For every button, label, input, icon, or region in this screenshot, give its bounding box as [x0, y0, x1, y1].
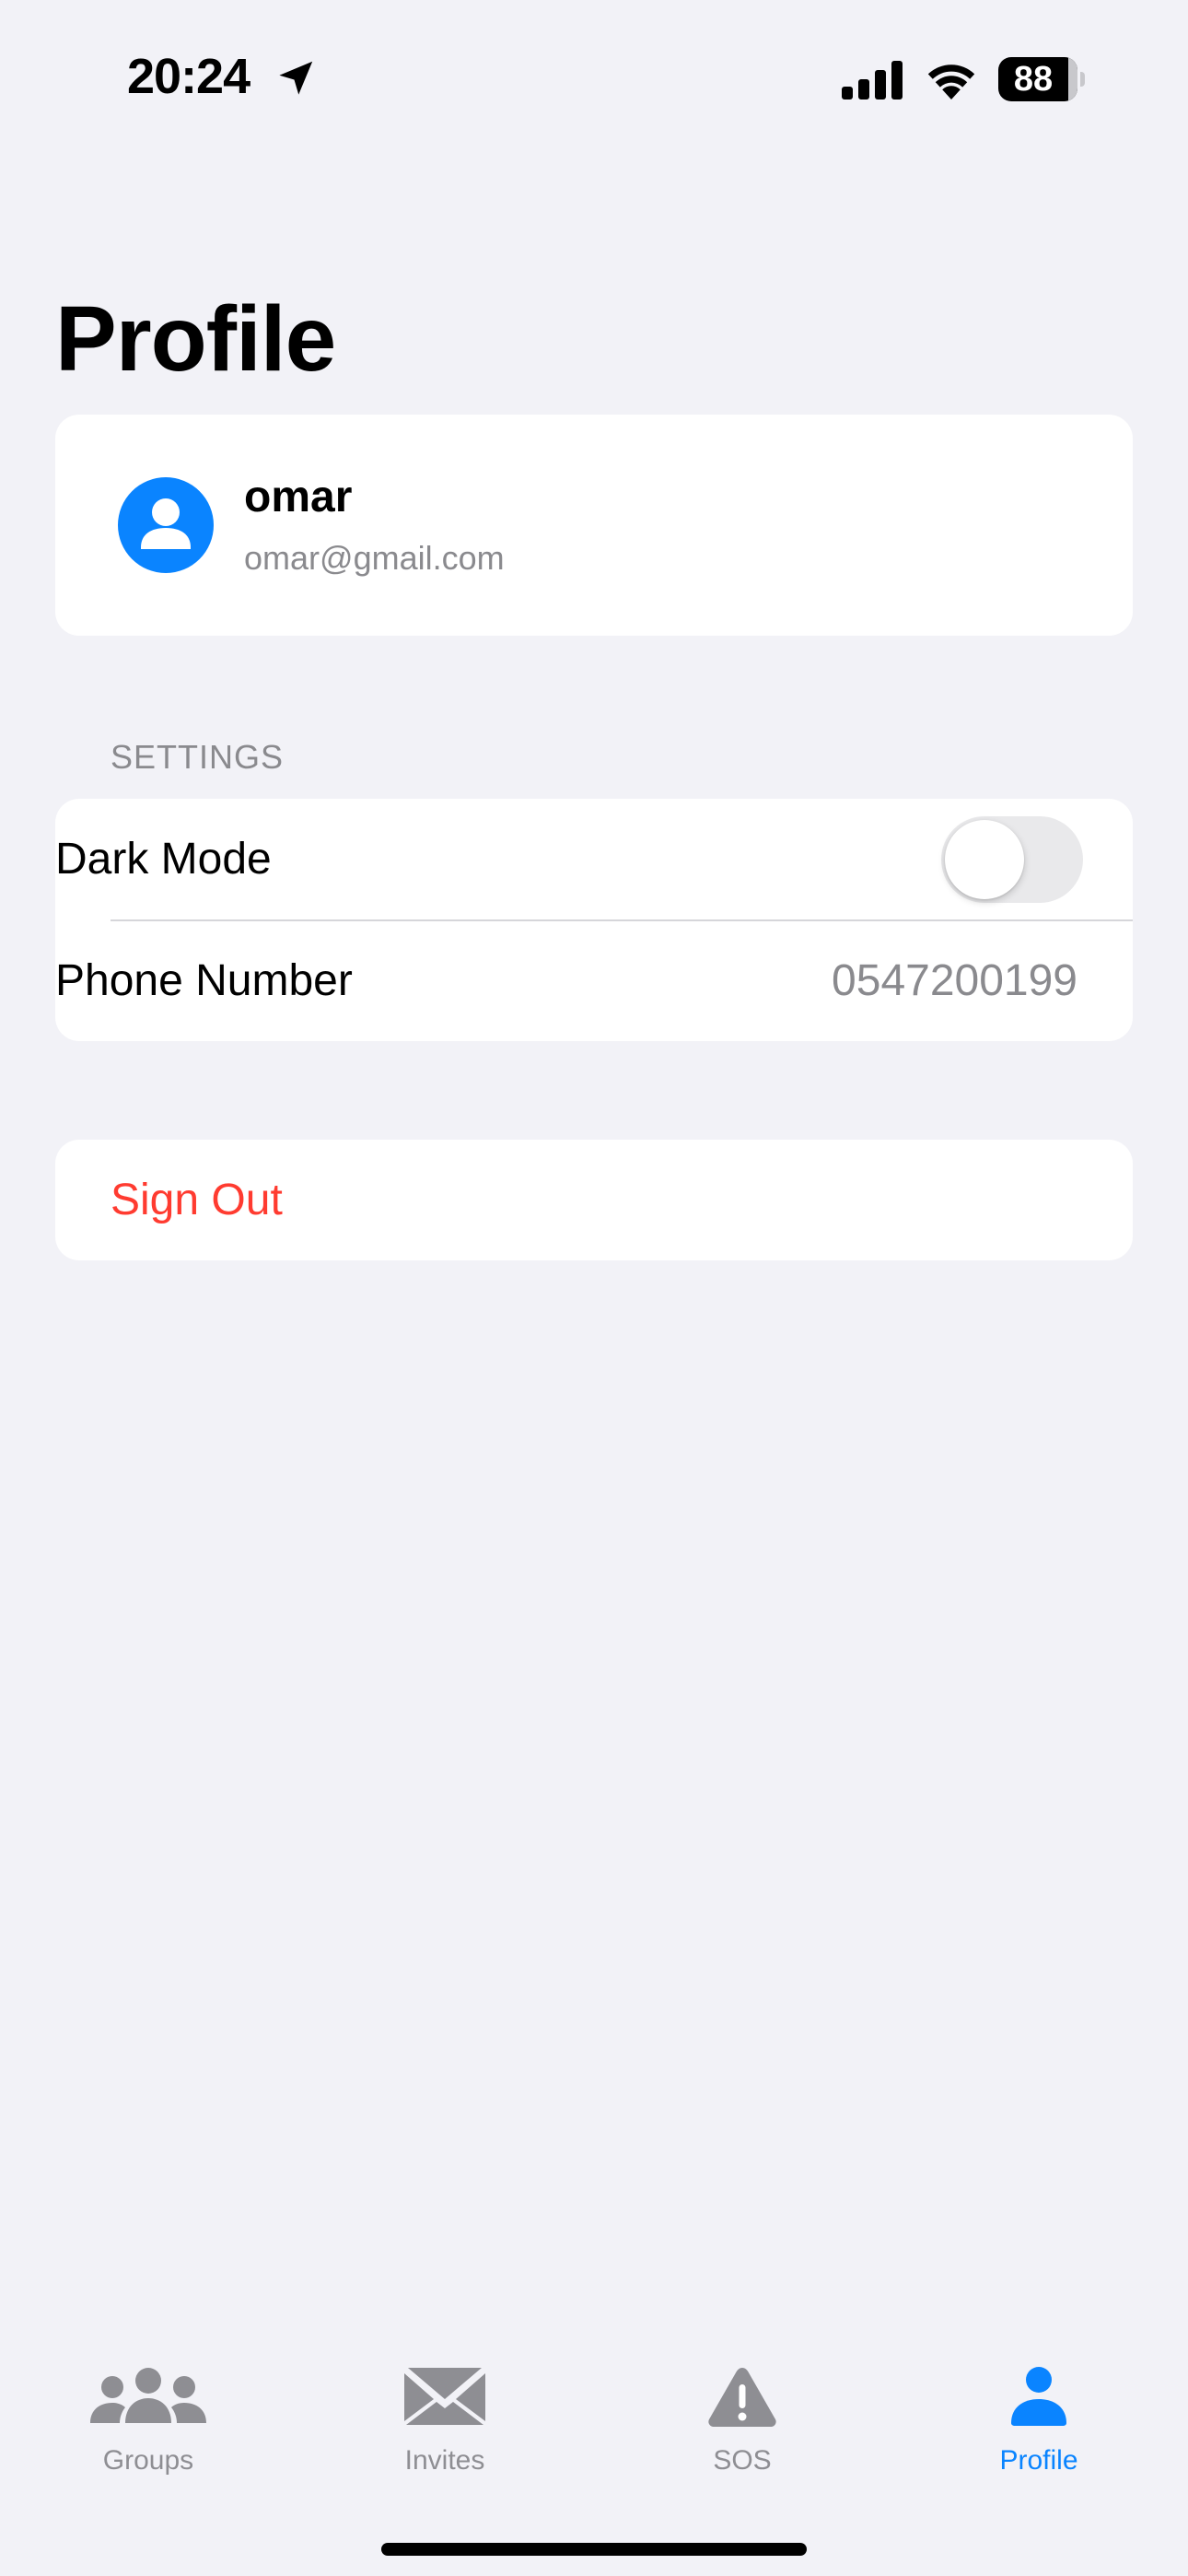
row-divider [111, 919, 1133, 921]
settings-section-header: SETTINGS [111, 738, 285, 776]
people-group-icon [90, 2368, 206, 2423]
tab-label-invites: Invites [404, 2445, 485, 2476]
toggle-knob [945, 820, 1024, 899]
home-indicator[interactable] [381, 2543, 807, 2556]
phone-number-value: 0547200199 [832, 956, 1077, 1005]
avatar [118, 477, 214, 573]
status-bar: 20:24 88 [0, 0, 1188, 157]
phone-number-label: Phone Number [55, 956, 353, 1005]
warning-triangle-icon [708, 2368, 776, 2427]
tab-profile[interactable]: Profile [928, 2359, 1149, 2488]
wifi-icon [927, 64, 975, 100]
battery-empty-portion [1067, 57, 1077, 101]
profile-card[interactable]: omar omar@gmail.com [55, 415, 1133, 636]
tab-groups[interactable]: Groups [38, 2359, 259, 2488]
envelope-icon [404, 2368, 485, 2425]
tab-label-groups: Groups [102, 2445, 194, 2476]
sign-out-label[interactable]: Sign Out [111, 1173, 283, 1228]
battery-level: 88 [1013, 60, 1054, 99]
cellular-signal-icon [842, 61, 903, 100]
dark-mode-label: Dark Mode [55, 835, 272, 884]
user-email: omar@gmail.com [244, 539, 505, 577]
tab-invites[interactable]: Invites [334, 2359, 555, 2488]
person-icon [1011, 2367, 1066, 2426]
person-icon [141, 498, 191, 549]
dark-mode-toggle[interactable] [941, 816, 1083, 903]
status-time: 20:24 [127, 49, 250, 104]
battery-icon: 88 [998, 57, 1085, 101]
user-name: omar [244, 473, 353, 521]
page-title: Profile [55, 287, 336, 391]
battery-body: 88 [998, 57, 1077, 101]
battery-cap [1080, 72, 1085, 87]
tab-sos[interactable]: SOS [632, 2359, 853, 2488]
tab-label-profile: Profile [999, 2445, 1078, 2476]
tab-label-sos: SOS [713, 2445, 772, 2476]
location-arrow-icon [279, 61, 313, 95]
